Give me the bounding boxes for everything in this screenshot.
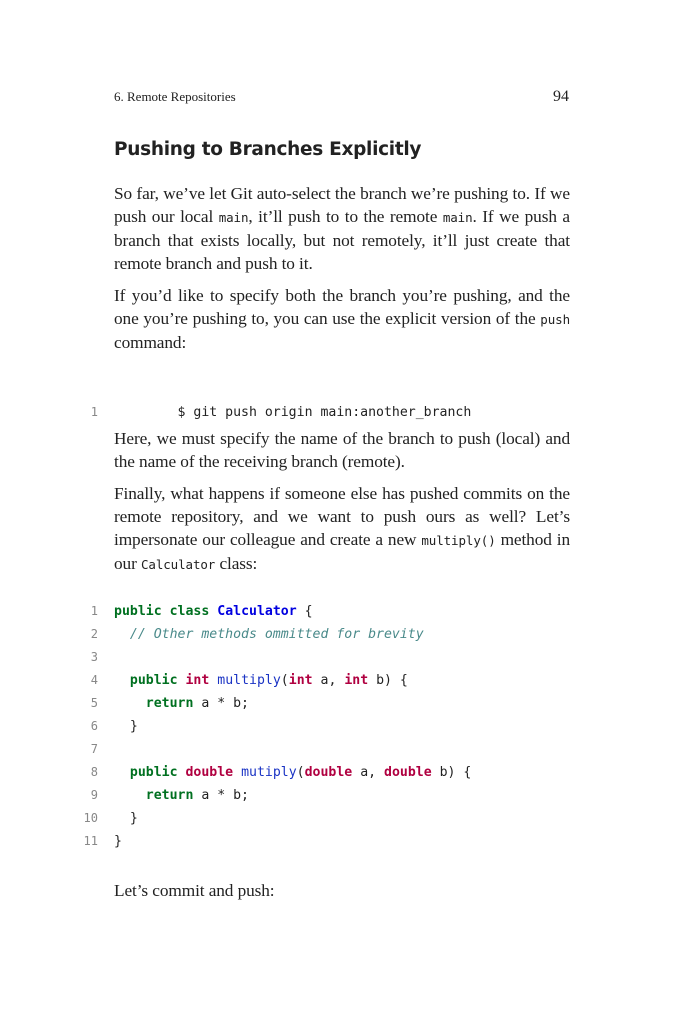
text-run: Let’s commit and push: bbox=[114, 881, 275, 900]
page-number: 94 bbox=[553, 88, 569, 105]
code-line: 11} bbox=[84, 830, 570, 853]
keyword: class bbox=[169, 604, 210, 619]
code-line: 7 bbox=[91, 738, 570, 761]
code-block-calculator: 1 public class Calculator { 2 // Other me… bbox=[84, 600, 570, 853]
paragraph-commit-push: Let’s commit and push: bbox=[114, 879, 570, 902]
line-number: 6 bbox=[90, 719, 98, 733]
inline-code: main bbox=[442, 210, 473, 225]
punctuation: } bbox=[129, 719, 138, 734]
paragraph-specify-names: Here, we must specify the name of the br… bbox=[114, 427, 570, 473]
line-number: 11 bbox=[83, 834, 98, 848]
paragraph-auto-select: So far, we’ve let Git auto-select the br… bbox=[114, 182, 570, 275]
paragraph-impersonate: Finally, what happens if someone else ha… bbox=[114, 482, 570, 576]
type-keyword: int bbox=[288, 673, 313, 688]
code-block-git-push: 1 $ git push origin main:another_branch bbox=[91, 378, 570, 420]
line-number: 1 bbox=[90, 405, 98, 419]
keyword: public bbox=[129, 673, 178, 688]
text-run: , it’ll push to to the remote bbox=[248, 207, 443, 226]
parameter: a, bbox=[312, 673, 345, 688]
code-line: 5 return a * b; bbox=[91, 692, 570, 715]
code-line: 2 // Other methods ommitted for brevity bbox=[91, 623, 570, 646]
keyword: return bbox=[145, 788, 194, 803]
line-number: 3 bbox=[90, 650, 98, 664]
text-run: If you’d like to specify both the branch… bbox=[114, 286, 570, 328]
line-number: 9 bbox=[90, 788, 98, 802]
keyword: return bbox=[145, 696, 194, 711]
punctuation: ( bbox=[296, 765, 305, 780]
keyword: public bbox=[114, 604, 162, 619]
punctuation: } bbox=[114, 834, 122, 849]
punctuation: } bbox=[129, 811, 138, 826]
section-title: Pushing to Branches Explicitly bbox=[114, 139, 422, 160]
code-line: 6 } bbox=[91, 715, 570, 738]
chapter-title: 6. Remote Repositories bbox=[114, 89, 236, 104]
code-line: 10 } bbox=[84, 807, 570, 830]
type-keyword: int bbox=[344, 673, 369, 688]
code-line: 1 $ git push origin main:another_branch bbox=[91, 378, 570, 420]
line-number: 10 bbox=[83, 811, 98, 825]
inline-code: multiply() bbox=[421, 533, 496, 548]
parameter: b) { bbox=[368, 673, 408, 688]
parameter: b) { bbox=[431, 765, 472, 780]
expression: a * b; bbox=[193, 788, 249, 803]
type-keyword: double bbox=[304, 765, 353, 780]
code-line: 8 public double mutiply(double a, double… bbox=[91, 761, 570, 784]
code-text: $ git push origin main:another_branch bbox=[177, 405, 472, 420]
inline-code: Calculator bbox=[140, 557, 216, 572]
keyword: public bbox=[129, 765, 178, 780]
parameter: a, bbox=[352, 765, 385, 780]
line-number: 2 bbox=[90, 627, 98, 641]
punctuation: ( bbox=[280, 673, 289, 688]
text-run: class: bbox=[215, 554, 258, 573]
running-header: 6. Remote Repositories 94 bbox=[114, 88, 569, 110]
line-number: 7 bbox=[90, 742, 98, 756]
inline-code: main bbox=[218, 210, 249, 225]
book-page: 6. Remote Repositories 94 Pushing to Bra… bbox=[0, 0, 683, 1024]
punctuation: { bbox=[296, 604, 313, 619]
type-keyword: int bbox=[185, 673, 210, 688]
line-number: 1 bbox=[90, 604, 98, 618]
code-line: 1 public class Calculator { bbox=[91, 600, 570, 623]
code-comment: // Other methods ommitted for brevity bbox=[129, 627, 424, 642]
code-line: 3 bbox=[91, 646, 570, 669]
class-name: Calculator bbox=[217, 604, 297, 619]
text-run: command: bbox=[114, 333, 187, 352]
expression: a * b; bbox=[193, 696, 249, 711]
line-number: 5 bbox=[90, 696, 98, 710]
code-line: 4 public int multiply(int a, int b) { bbox=[91, 669, 570, 692]
inline-code: push bbox=[540, 312, 570, 327]
page-content: Pushing to Branches Explicitly So far, w… bbox=[84, 136, 571, 911]
line-number: 8 bbox=[90, 765, 98, 779]
line-number: 4 bbox=[90, 673, 98, 687]
text-run: Here, we must specify the name of the br… bbox=[114, 429, 570, 471]
type-keyword: double bbox=[384, 765, 432, 780]
paragraph-explicit-version: If you’d like to specify both the branch… bbox=[114, 284, 570, 354]
type-keyword: double bbox=[185, 765, 234, 780]
function-name: mutiply bbox=[241, 765, 297, 780]
function-name: multiply bbox=[217, 673, 281, 688]
code-line: 9 return a * b; bbox=[91, 784, 570, 807]
